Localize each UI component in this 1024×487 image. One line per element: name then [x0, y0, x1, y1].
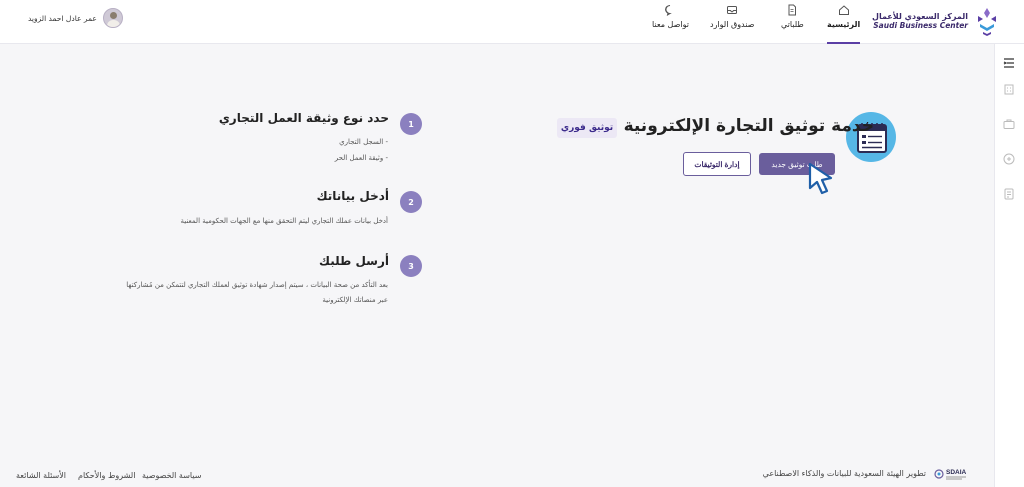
footer: الأسئلة الشائعة الشروط والأحكام سياسة ال…: [0, 462, 994, 487]
user-profile[interactable]: عمر عادل احمد الزويد: [28, 8, 123, 28]
terms-link[interactable]: الشروط والأحكام: [78, 471, 135, 480]
faq-link[interactable]: الأسئلة الشائعة: [16, 471, 66, 480]
user-name: عمر عادل احمد الزويد: [28, 13, 97, 23]
home-icon: [838, 5, 849, 15]
circle-plus-icon[interactable]: [1002, 152, 1016, 166]
step-3-line-2: عبر منصاتك الإلكترونية: [322, 296, 388, 304]
step-2-title: أدخل بياناتك: [316, 189, 389, 203]
step-2-line-1: أدخل بيانات عملك التجاري ليتم التحقق منه…: [180, 217, 388, 225]
nav-label: صندوق الوارد: [710, 20, 755, 29]
document-icon: [788, 4, 797, 16]
chat-icon: [665, 5, 673, 16]
logo-mark-icon: [978, 8, 996, 36]
instant-badge: توثيق فوري: [557, 118, 617, 138]
top-header: عمر عادل احمد الزويد تواصل معنا صندوق ال…: [0, 0, 1024, 44]
sdaia-logo-text: SDAIA: [946, 469, 967, 476]
step-1-line-2: - وثيقة العمل الحر: [334, 154, 388, 162]
nav-contact-us[interactable]: تواصل معنا: [652, 4, 689, 40]
privacy-link[interactable]: سياسة الخصوصية: [142, 471, 201, 480]
logo-text: المركز السعودي للأعمال Saudi Business Ce…: [872, 12, 968, 30]
step-1-line-1: - السجل التجاري: [339, 138, 388, 146]
cursor-pointer-icon: [808, 162, 833, 195]
manage-certifications-button[interactable]: إدارة التوثيقات: [683, 152, 751, 176]
step-2-number: 2: [400, 191, 422, 213]
building-icon[interactable]: [1002, 82, 1016, 96]
page-title: خدمة توثيق التجارة الإلكترونية: [623, 116, 874, 136]
right-sidebar: [994, 44, 1024, 487]
saudi-business-center-logo[interactable]: المركز السعودي للأعمال Saudi Business Ce…: [872, 6, 1000, 36]
nav-my-requests[interactable]: طلباتي: [781, 4, 804, 40]
nav-inbox[interactable]: صندوق الوارد: [710, 4, 754, 40]
nav-label: الرئيسية: [827, 20, 861, 29]
logo-arabic: المركز السعودي للأعمال: [872, 12, 968, 21]
form-icon[interactable]: [1002, 187, 1016, 201]
briefcase-icon[interactable]: [1002, 117, 1016, 131]
step-3-title: أرسل طلبك: [319, 254, 389, 268]
nav-label: تواصل معنا: [652, 20, 689, 29]
nav-label: طلباتي: [781, 20, 804, 29]
step-1-title: حدد نوع وثيقة العمل التجاري: [218, 111, 389, 125]
sdaia-logo[interactable]: SDAIA: [934, 465, 972, 483]
avatar[interactable]: [102, 8, 123, 28]
step-3-number: 3: [400, 255, 422, 277]
nav-home[interactable]: الرئيسية: [827, 4, 861, 44]
developer-credit: تطوير الهيئة السعودية للبيانات والذكاء ا…: [762, 469, 926, 478]
logo-english: Saudi Business Center: [873, 21, 968, 30]
inbox-icon: [727, 6, 738, 14]
collapse-menu-icon[interactable]: [1002, 56, 1016, 70]
step-1-number: 1: [400, 113, 422, 135]
step-3-line-1: بعد التأكد من صحة البيانات ، سيتم إصدار …: [126, 281, 388, 289]
